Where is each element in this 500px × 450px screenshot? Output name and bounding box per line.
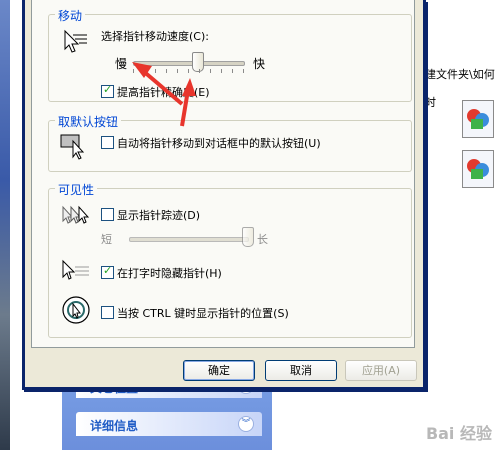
desktop-background <box>0 0 10 450</box>
hide-while-typing-checkbox[interactable] <box>101 264 114 279</box>
speed-slider-tick <box>166 69 167 73</box>
pointer-trails-icon <box>62 205 90 224</box>
short-label: 短 <box>101 233 112 246</box>
cancel-button[interactable]: 取消 <box>265 360 337 381</box>
speed-slider-tick <box>243 69 244 73</box>
speed-slider-tick <box>232 69 233 73</box>
motion-group: 移动 选择指针移动速度(C): 慢 快 提高指针精确度(E) <box>48 7 412 102</box>
watermark: Bai 经验 <box>425 424 492 443</box>
speed-slider-tick <box>155 69 156 73</box>
speed-slider-tick <box>210 69 211 73</box>
fast-label: 快 <box>253 57 266 71</box>
visibility-group-title: 可见性 <box>55 181 98 198</box>
pointer-options-tab-panel: 移动 选择指针移动速度(C): 慢 快 提高指针精确度(E) 取默认按钮 <box>31 0 415 348</box>
chevron-down-icon[interactable]: ︾ <box>238 416 254 432</box>
speed-slider-tick <box>199 69 200 73</box>
trails-slider-track[interactable] <box>129 237 249 242</box>
hide-while-typing-label[interactable]: 在打字时隐藏指针(H) <box>117 265 222 281</box>
speed-label: 选择指针移动速度(C): <box>101 30 209 43</box>
snap-to-group-title: 取默认按钮 <box>55 113 122 130</box>
file-icon[interactable] <box>462 150 494 188</box>
hide-pointer-icon <box>62 259 89 280</box>
explorer-path-fragment: 建文件夹\如何 <box>425 68 495 81</box>
visibility-group: 可见性 显示指针踪迹(D) 短 长 在打字时隐藏指针(H) <box>48 181 412 338</box>
speed-slider-track[interactable] <box>133 61 245 66</box>
trails-checkbox[interactable] <box>101 208 114 221</box>
trails-label[interactable]: 显示指针踪迹(D) <box>117 207 200 223</box>
speed-slider-tick <box>177 69 178 73</box>
ctrl-locate-label[interactable]: 当按 CTRL 键时显示指针的位置(S) <box>117 305 289 321</box>
pointer-speed-icon <box>64 29 87 53</box>
snap-to-group: 取默认按钮 自动将指针移动到对话框中的默认按钮(U) <box>48 113 412 172</box>
precision-checkbox[interactable] <box>101 83 114 98</box>
speed-slider-tick <box>188 69 189 73</box>
speed-slider-tick <box>133 69 134 73</box>
ok-button[interactable]: 确定 <box>183 360 255 381</box>
snap-label[interactable]: 自动将指针移动到对话框中的默认按钮(U) <box>117 135 321 151</box>
speed-slider-tick <box>144 69 145 73</box>
motion-group-title: 移动 <box>55 7 86 24</box>
ctrl-locate-icon <box>62 296 90 324</box>
trails-slider-thumb[interactable] <box>242 227 254 247</box>
snap-checkbox[interactable] <box>101 136 114 149</box>
slow-label: 慢 <box>115 57 128 71</box>
apply-button[interactable]: 应用(A) <box>345 360 417 381</box>
ctrl-locate-checkbox[interactable] <box>101 306 114 319</box>
speed-slider-tick <box>221 69 222 73</box>
file-icon[interactable] <box>462 100 494 138</box>
task-item-label: 详细信息 <box>90 419 139 433</box>
speed-slider-thumb[interactable] <box>191 52 204 72</box>
long-label: 长 <box>257 233 268 246</box>
snap-button-icon <box>60 134 85 160</box>
explorer-text-fragment: 时 <box>425 96 436 109</box>
task-item-details[interactable]: 详细信息 ︾ <box>76 412 262 436</box>
precision-label[interactable]: 提高指针精确度(E) <box>117 84 210 100</box>
mouse-properties-dialog: 移动 选择指针移动速度(C): 慢 快 提高指针精确度(E) 取默认按钮 <box>22 0 426 390</box>
